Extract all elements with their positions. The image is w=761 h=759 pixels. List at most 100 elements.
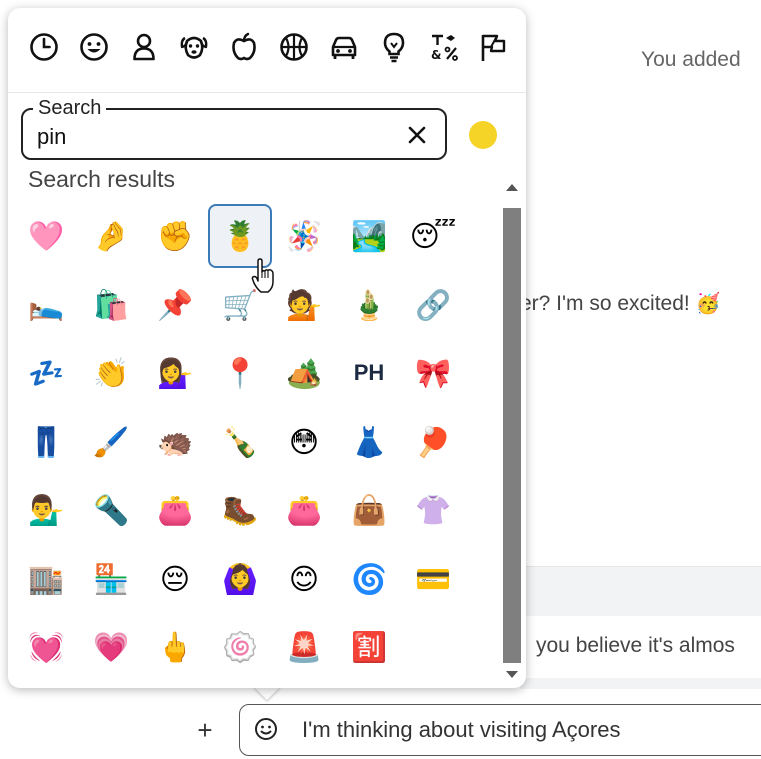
emoji-result[interactable]: 👗 xyxy=(337,410,401,474)
message-input[interactable]: I'm thinking about visiting Açores xyxy=(302,717,620,743)
emoji-result[interactable]: 👚 xyxy=(401,478,465,542)
emoji-result[interactable]: 🏬 xyxy=(14,547,78,611)
objects-bulb-icon[interactable] xyxy=(377,30,411,64)
scroll-up-arrow-icon[interactable] xyxy=(506,184,518,191)
emoji-glyph: 👏 xyxy=(92,356,130,390)
emoji-result[interactable]: 🚨 xyxy=(272,615,336,679)
emoji-glyph: 💗 xyxy=(92,630,130,664)
emoji-result[interactable]: 🏞️ xyxy=(337,204,401,268)
emoji-glyph: 🛍️ xyxy=(92,288,130,322)
emoji-result[interactable]: 🎀 xyxy=(401,341,465,405)
svg-text:&: & xyxy=(431,48,441,62)
symbols-icon[interactable]: & xyxy=(427,30,461,64)
emoji-result[interactable]: 👛 xyxy=(143,478,207,542)
skin-tone-button[interactable] xyxy=(469,121,497,149)
emoji-result[interactable]: 👜 xyxy=(337,478,401,542)
emoji-result[interactable]: 👖 xyxy=(14,410,78,474)
emoji-result[interactable]: ✊ xyxy=(143,204,207,268)
emoji-result[interactable]: 🍥 xyxy=(208,615,272,679)
emoji-result-selected[interactable]: 🍍 xyxy=(208,204,272,268)
close-icon[interactable] xyxy=(405,123,429,147)
recent-clock-icon[interactable] xyxy=(27,30,61,64)
emoji-glyph: 💁‍♂️ xyxy=(27,493,65,527)
emoji-glyph: 💁‍♀️ xyxy=(156,356,194,390)
emoji-result[interactable]: 💁‍♂️ xyxy=(14,478,78,542)
food-apple-icon[interactable] xyxy=(227,30,261,64)
emoji-result[interactable]: 💗 xyxy=(79,615,143,679)
emoji-glyph: 👖 xyxy=(27,425,65,459)
emoji-result[interactable]: 🈹 xyxy=(337,615,401,679)
emoji-glyph: 💤 xyxy=(27,356,65,390)
emoji-glyph: 👜 xyxy=(350,493,388,527)
smiley-face-icon[interactable] xyxy=(254,717,278,741)
emoji-result[interactable]: 💁‍♀️ xyxy=(143,341,207,405)
emoji-glyph: 📌 xyxy=(156,288,194,322)
emoji-result[interactable]: 🥾 xyxy=(208,478,272,542)
emoji-result[interactable]: 🎍 xyxy=(337,273,401,337)
emoji-result[interactable]: 😔 xyxy=(143,547,207,611)
emoji-result[interactable]: 🖌️ xyxy=(79,410,143,474)
animals-icon[interactable] xyxy=(177,30,211,64)
add-attachment-button[interactable]: + xyxy=(193,716,217,744)
emoji-glyph: 🏕️ xyxy=(285,356,323,390)
emoji-result[interactable]: 🏓 xyxy=(401,410,465,474)
results-heading: Search results xyxy=(28,166,176,192)
search-input[interactable]: pin xyxy=(37,124,66,150)
travel-car-icon[interactable] xyxy=(327,30,361,64)
emoji-result[interactable]: 🍾 xyxy=(208,410,272,474)
emoji-glyph: 🩷 xyxy=(27,219,65,253)
emoji-result[interactable]: 👏 xyxy=(79,341,143,405)
emoji-result[interactable]: 📌 xyxy=(143,273,207,337)
emoji-glyph: 👚 xyxy=(414,493,452,527)
emoji-result[interactable]: 😊 xyxy=(272,547,336,611)
emoji-result[interactable]: 💓 xyxy=(14,615,78,679)
emoji-glyph: 🌀 xyxy=(350,562,388,596)
emoji-result[interactable]: 🏕️ xyxy=(272,341,336,405)
emoji-result[interactable]: PH xyxy=(337,341,401,405)
party-face-emoji: 🥳 xyxy=(695,291,721,315)
emoji-glyph: 💓 xyxy=(27,630,65,664)
emoji-search-field[interactable]: Search pin xyxy=(21,97,447,160)
emoji-result[interactable]: 😴 xyxy=(401,204,465,268)
message-composer[interactable]: I'm thinking about visiting Açores xyxy=(239,704,761,756)
emoji-glyph: 👗 xyxy=(350,425,388,459)
emoji-result[interactable]: 🛍️ xyxy=(79,273,143,337)
emoji-result[interactable]: 🪅 xyxy=(272,204,336,268)
emoji-result[interactable]: 🖕 xyxy=(143,615,207,679)
emoji-result[interactable]: 🩷 xyxy=(14,204,78,268)
people-icon[interactable] xyxy=(127,30,161,64)
emoji-result[interactable]: 🙆‍♀️ xyxy=(208,547,272,611)
emoji-glyph: 🍍 xyxy=(221,219,259,253)
emoji-glyph: 🥾 xyxy=(221,493,259,527)
chat-message-text: you believe it's almos xyxy=(536,634,735,657)
chat-message-text: er? I'm so excited! xyxy=(520,292,690,315)
emoji-glyph: 🦔 xyxy=(156,425,194,459)
activity-ball-icon[interactable] xyxy=(277,30,311,64)
emoji-glyph: 😊 xyxy=(288,562,320,596)
scroll-down-arrow-icon[interactable] xyxy=(506,671,518,678)
emoji-result[interactable]: 💤 xyxy=(14,341,78,405)
emoji-result[interactable]: 😳 xyxy=(272,410,336,474)
emoji-glyph: 🚨 xyxy=(285,630,323,664)
emoji-result[interactable]: 👛 xyxy=(272,478,336,542)
flags-icon[interactable] xyxy=(477,30,511,64)
emoji-result[interactable]: 🛌 xyxy=(14,273,78,337)
emoji-result[interactable]: 📍 xyxy=(208,341,272,405)
emoji-result[interactable]: 🛒 xyxy=(208,273,272,337)
emoji-result[interactable]: 🤌 xyxy=(79,204,143,268)
emoji-glyph: 🏪 xyxy=(92,562,130,596)
emoji-result[interactable]: 🏪 xyxy=(79,547,143,611)
emoji-glyph: 🎀 xyxy=(414,356,452,390)
emoji-result[interactable]: 🦔 xyxy=(143,410,207,474)
category-bar: & xyxy=(8,8,526,93)
emoji-result[interactable]: 💁 xyxy=(272,273,336,337)
emoji-results-grid: 🩷 🤌 ✊ 🍍 🪅 🏞️ 😴 🛌 🛍️ 📌 🛒 💁 🎍 🔗 💤 👏 💁‍♀️ 📍 🏕️ PH 🎀 👖 🖌️ 🦔 🍾 😳 👗 🏓 💁‍♂️… xyxy=(14,204,504,674)
scrollbar-thumb[interactable] xyxy=(503,208,521,663)
emoji-result[interactable]: 🌀 xyxy=(337,547,401,611)
smileys-icon[interactable] xyxy=(77,30,111,64)
emoji-result[interactable]: 💳 xyxy=(401,547,465,611)
emoji-result[interactable]: 🔦 xyxy=(79,478,143,542)
emoji-result[interactable]: 🔗 xyxy=(401,273,465,337)
scrollbar[interactable] xyxy=(502,178,522,688)
emoji-glyph: 🈹 xyxy=(350,630,388,664)
